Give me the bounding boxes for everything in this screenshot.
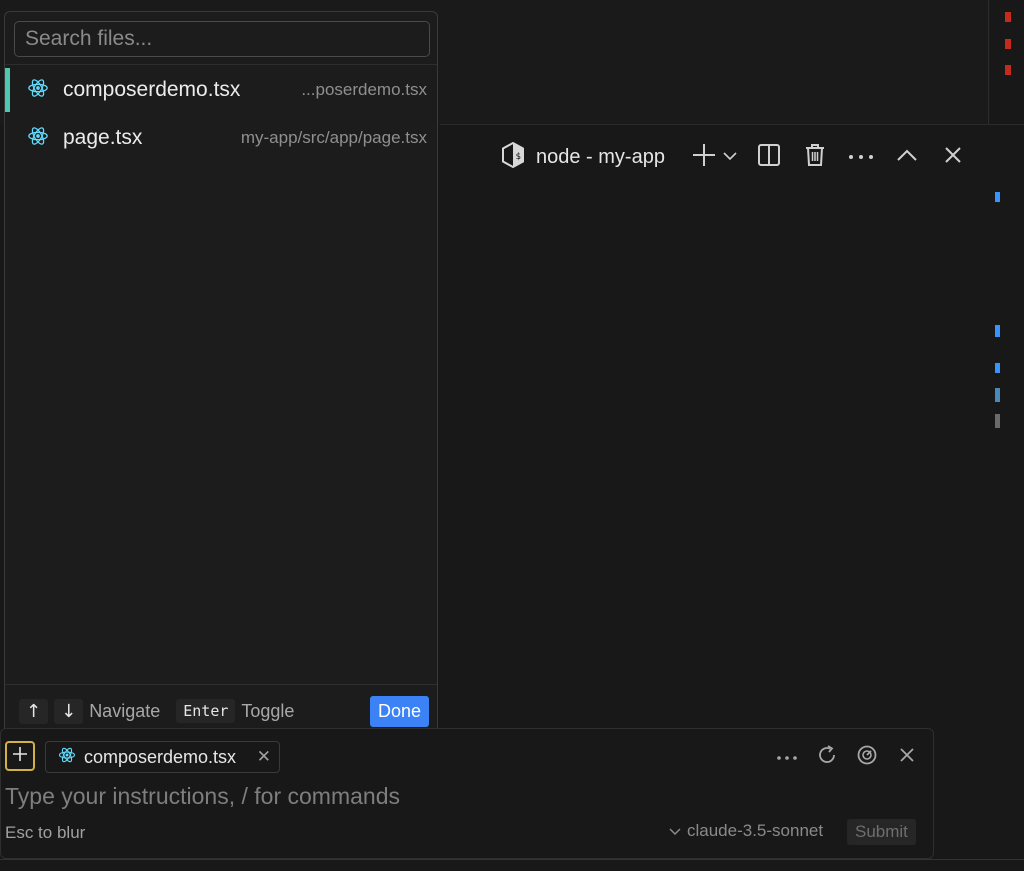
- terminal-header: $ node - my-app: [500, 135, 971, 179]
- chevron-down-icon: [669, 821, 681, 841]
- scroll-marker-change: [995, 363, 1000, 373]
- plus-icon: [691, 142, 717, 173]
- file-path: ...poserdemo.tsx: [301, 80, 427, 99]
- panel-divider: [440, 124, 1024, 125]
- context-chip[interactable]: composerdemo.tsx ✕: [45, 741, 280, 773]
- split-icon: [757, 143, 781, 172]
- done-button[interactable]: Done: [369, 695, 429, 727]
- scroll-marker-error: [1005, 65, 1011, 75]
- gauge-icon: [856, 744, 878, 771]
- composer-panel: composerdemo.tsx ✕ Type your instruction…: [0, 728, 934, 859]
- refresh-icon: [816, 744, 838, 771]
- editor-divider: [988, 0, 989, 124]
- composer-actions: [763, 741, 923, 773]
- scroll-marker-change: [995, 192, 1000, 202]
- chevron-up-icon: [896, 148, 918, 167]
- search-box[interactable]: [14, 21, 430, 57]
- file-picker: composerdemo.tsx ...poserdemo.tsx page.t…: [4, 11, 438, 735]
- trash-icon: [804, 143, 826, 172]
- model-name: claude-3.5-sonnet: [687, 821, 824, 840]
- ellipsis-icon: [776, 748, 798, 766]
- enter-key: Enter: [176, 699, 236, 723]
- submit-button[interactable]: Submit: [847, 819, 916, 845]
- scroll-marker-change: [995, 414, 1000, 428]
- active-indicator: [5, 68, 10, 112]
- terminal-title: node - my-app: [536, 145, 665, 168]
- status-divider: [0, 859, 1024, 860]
- close-icon: [943, 145, 963, 170]
- terminal-tab[interactable]: $ node - my-app: [500, 141, 665, 174]
- search-input[interactable]: [23, 26, 429, 52]
- file-name: page.tsx: [63, 126, 143, 149]
- file-path: my-app/src/app/page.tsx: [240, 128, 427, 147]
- scroll-marker-change: [995, 388, 1000, 402]
- scroll-marker-error: [1005, 12, 1011, 22]
- add-context-button[interactable]: [5, 741, 35, 771]
- terminal-hexagon-icon: $: [500, 141, 526, 174]
- scroll-marker-change: [995, 325, 1000, 337]
- file-row-composerdemo[interactable]: composerdemo.tsx ...poserdemo.tsx: [5, 66, 437, 114]
- history-button[interactable]: [811, 741, 843, 773]
- picker-divider: [5, 64, 437, 65]
- more-actions-button[interactable]: [843, 139, 879, 175]
- close-icon: [899, 747, 915, 768]
- speed-button[interactable]: [851, 741, 883, 773]
- new-terminal-button[interactable]: [687, 139, 741, 175]
- svg-text:$: $: [516, 152, 521, 162]
- kill-terminal-button[interactable]: [797, 139, 833, 175]
- scroll-marker-error: [1005, 39, 1011, 49]
- picker-footer-divider: [5, 684, 437, 685]
- file-name: composerdemo.tsx: [63, 78, 241, 101]
- model-selector[interactable]: claude-3.5-sonnet: [669, 821, 823, 841]
- close-panel-button[interactable]: [935, 139, 971, 175]
- plus-icon: [12, 746, 28, 767]
- maximize-panel-button[interactable]: [889, 139, 925, 175]
- instructions-input[interactable]: Type your instructions, / for commands: [5, 783, 400, 810]
- react-icon: [5, 125, 63, 152]
- ellipsis-icon: [848, 148, 874, 166]
- down-key: ↓: [54, 698, 84, 724]
- chip-close-icon[interactable]: ✕: [257, 747, 271, 767]
- esc-hint: Esc to blur: [5, 823, 86, 842]
- react-icon: [58, 746, 84, 769]
- close-composer-button[interactable]: [891, 741, 923, 773]
- toggle-label: Toggle: [241, 700, 295, 721]
- file-row-page[interactable]: page.tsx my-app/src/app/page.tsx: [5, 114, 437, 162]
- split-terminal-button[interactable]: [751, 139, 787, 175]
- chevron-down-icon: [723, 148, 737, 166]
- navigate-label: Navigate: [89, 700, 161, 721]
- composer-more-button[interactable]: [771, 741, 803, 773]
- picker-footer: ↑ ↓ Navigate Enter Toggle Done: [19, 694, 429, 728]
- react-icon: [5, 77, 63, 104]
- context-chip-label: composerdemo.tsx: [84, 746, 237, 767]
- up-key: ↑: [19, 698, 49, 724]
